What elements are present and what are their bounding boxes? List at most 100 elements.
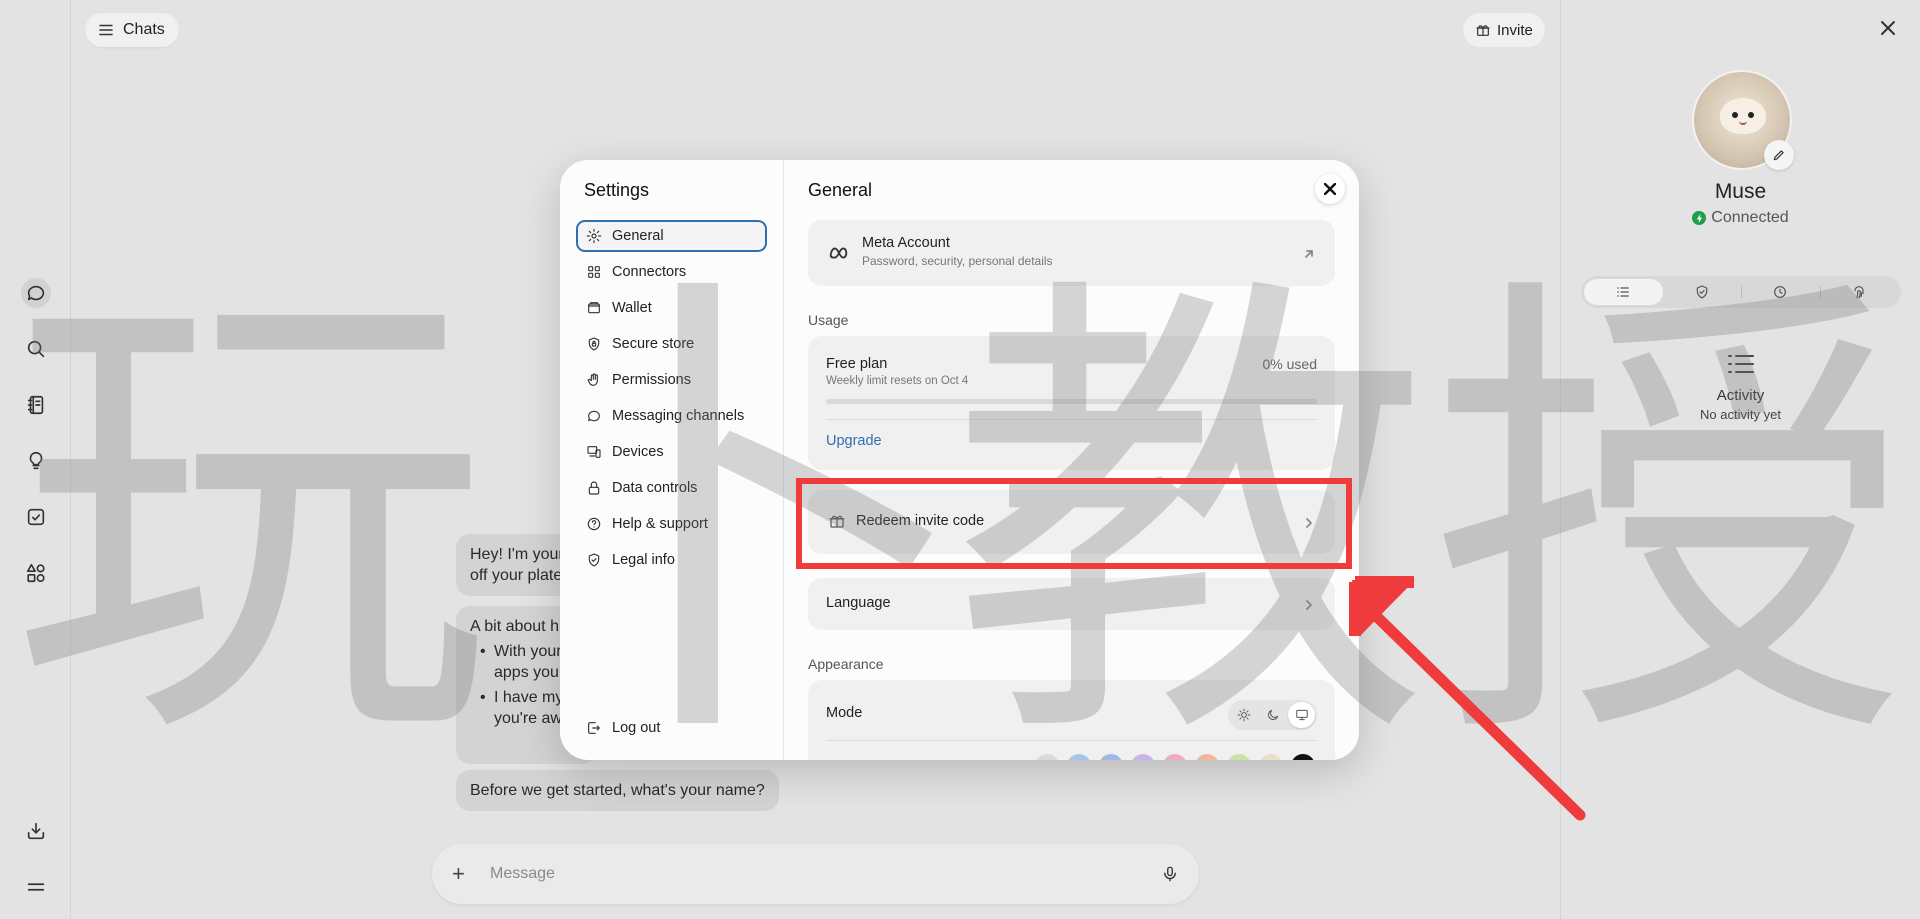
tab-identity[interactable] bbox=[1819, 279, 1899, 305]
dark-mode-button[interactable] bbox=[1259, 702, 1286, 728]
usage-card: Free plan Weekly limit resets on Oct 4 0… bbox=[808, 336, 1335, 470]
left-rail bbox=[0, 0, 71, 919]
monitor-icon bbox=[1295, 709, 1308, 721]
message-composer: + bbox=[432, 844, 1199, 904]
fingerprint-icon bbox=[1854, 286, 1864, 299]
invite-label: Invite bbox=[1497, 21, 1533, 39]
search-icon[interactable] bbox=[21, 334, 51, 364]
sidebar-item-devices[interactable]: Devices bbox=[576, 436, 767, 468]
sidebar-item-legal-info[interactable]: Legal info bbox=[576, 544, 767, 576]
color-swatch[interactable] bbox=[1291, 754, 1315, 760]
sidebar-item-help-support[interactable]: Help & support bbox=[576, 508, 767, 540]
sidebar-item-label: Help & support bbox=[612, 516, 708, 532]
sidebar-item-label: Legal info bbox=[612, 552, 675, 568]
tab-history[interactable] bbox=[1741, 279, 1820, 305]
sidebar-item-label: Permissions bbox=[612, 372, 691, 388]
chat-icon[interactable] bbox=[21, 278, 51, 308]
plan-reset: Weekly limit resets on Oct 4 bbox=[826, 375, 969, 387]
color-swatch[interactable] bbox=[1067, 754, 1091, 760]
language-row[interactable]: Language bbox=[808, 578, 1335, 630]
color-swatch[interactable] bbox=[1163, 754, 1187, 760]
avatar-eye bbox=[1732, 112, 1738, 118]
invite-button[interactable]: Invite bbox=[1463, 13, 1545, 47]
sidebar-item-label: Devices bbox=[612, 444, 664, 460]
checkbox-icon[interactable] bbox=[21, 502, 51, 532]
sidebar-item-label: Wallet bbox=[612, 300, 652, 316]
sidebar-item-data-controls[interactable]: Data controls bbox=[576, 472, 767, 504]
bolt-icon bbox=[1692, 211, 1707, 225]
sidebar-item-label: Data controls bbox=[612, 480, 698, 496]
message-input[interactable] bbox=[490, 865, 1161, 883]
help-icon bbox=[587, 517, 601, 531]
agent-panel: Muse Connected Activity No activity yet bbox=[1560, 0, 1920, 919]
mode-toggle bbox=[1228, 700, 1317, 730]
color-swatch[interactable] bbox=[1195, 754, 1219, 760]
color-swatch[interactable] bbox=[1035, 754, 1059, 760]
section-title: General bbox=[808, 180, 873, 200]
tab-activity[interactable] bbox=[1584, 279, 1663, 305]
close-settings-button[interactable] bbox=[1315, 174, 1345, 204]
sidebar-item-general[interactable]: General bbox=[576, 220, 767, 252]
logout-label: Log out bbox=[612, 720, 661, 736]
menu-icon[interactable] bbox=[21, 872, 51, 902]
close-icon[interactable] bbox=[1878, 18, 1902, 42]
hamburger-icon bbox=[99, 24, 113, 36]
highlight-box bbox=[796, 478, 1352, 569]
color-swatch[interactable] bbox=[1099, 754, 1123, 760]
color-swatch[interactable] bbox=[1131, 754, 1155, 760]
meta-logo-icon bbox=[829, 247, 848, 259]
apps-icon[interactable] bbox=[21, 558, 51, 588]
divider bbox=[826, 419, 1317, 420]
notebook-icon[interactable] bbox=[21, 390, 51, 420]
system-mode-button[interactable] bbox=[1288, 702, 1315, 728]
sidebar-item-secure-store[interactable]: Secure store bbox=[576, 328, 767, 360]
external-link-icon bbox=[1303, 247, 1315, 259]
mode-label: Mode bbox=[826, 705, 863, 721]
logout-icon bbox=[588, 722, 600, 734]
moon-icon bbox=[1267, 709, 1278, 720]
activity-title: Activity bbox=[1716, 387, 1765, 404]
avatar-face bbox=[1720, 98, 1766, 134]
chats-button[interactable]: Chats bbox=[85, 13, 179, 47]
wallet-icon bbox=[588, 302, 600, 314]
chevron-right-icon bbox=[1303, 598, 1315, 610]
grid-icon bbox=[588, 266, 600, 278]
agent-name: Muse bbox=[1714, 180, 1767, 203]
logout-button[interactable]: Log out bbox=[576, 712, 767, 744]
download-icon[interactable] bbox=[21, 816, 51, 846]
plan-usage: 0% used bbox=[1262, 356, 1317, 372]
agent-status-label: Connected bbox=[1711, 209, 1789, 226]
sidebar-item-wallet[interactable]: Wallet bbox=[576, 292, 767, 324]
avatar-eye bbox=[1748, 112, 1754, 118]
color-swatch[interactable] bbox=[1227, 754, 1251, 760]
message-icon bbox=[588, 410, 600, 422]
edit-avatar-button[interactable] bbox=[1764, 140, 1794, 170]
accent-color-swatches bbox=[1035, 754, 1315, 760]
sidebar-item-connectors[interactable]: Connectors bbox=[576, 256, 767, 288]
plus-icon[interactable]: + bbox=[452, 861, 476, 887]
pencil-icon bbox=[1773, 150, 1784, 161]
sidebar-item-label: Secure store bbox=[612, 336, 695, 352]
usage-progress-bar bbox=[826, 399, 1317, 404]
agent-status: Connected bbox=[1561, 209, 1920, 227]
light-mode-button[interactable] bbox=[1230, 702, 1257, 728]
tab-security[interactable] bbox=[1663, 279, 1742, 305]
settings-sidebar: Settings General Connectors Wallet Secur… bbox=[560, 160, 784, 760]
shield-check-icon bbox=[588, 553, 600, 567]
microphone-icon[interactable] bbox=[1161, 865, 1179, 883]
sun-icon bbox=[1237, 708, 1250, 722]
sidebar-item-messaging-channels[interactable]: Messaging channels bbox=[576, 400, 767, 432]
lightbulb-icon[interactable] bbox=[21, 446, 51, 476]
avatar bbox=[1692, 70, 1794, 170]
color-swatch[interactable] bbox=[1259, 754, 1283, 760]
list-icon bbox=[1727, 355, 1754, 373]
avatar-mouth bbox=[1739, 121, 1747, 125]
language-label: Language bbox=[826, 595, 891, 611]
appearance-label: Appearance bbox=[808, 656, 884, 672]
chats-label: Chats bbox=[123, 21, 165, 38]
meta-account-row[interactable]: Meta Account Password, security, persona… bbox=[808, 220, 1335, 286]
sidebar-item-permissions[interactable]: Permissions bbox=[576, 364, 767, 396]
upgrade-link[interactable]: Upgrade bbox=[826, 433, 882, 449]
gift-icon bbox=[1476, 25, 1490, 36]
list-icon bbox=[1617, 287, 1630, 297]
